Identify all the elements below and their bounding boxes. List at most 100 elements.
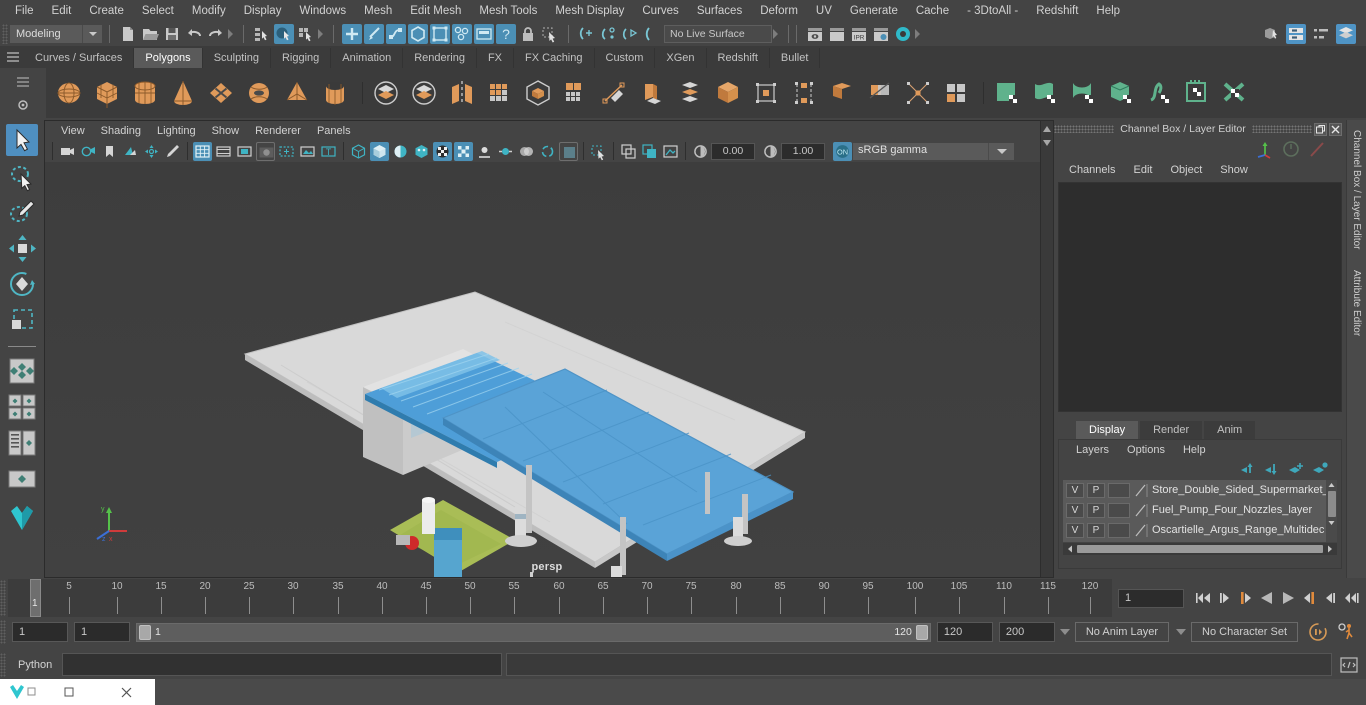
lasso-select-tool-button[interactable] <box>6 160 38 192</box>
edit-menu[interactable]: Edit <box>1124 163 1161 177</box>
gate-mask-icon[interactable] <box>256 141 275 161</box>
statusline-collapse-arrow-2[interactable] <box>317 24 326 44</box>
time-slider-grip[interactable] <box>0 580 6 616</box>
xray-shaded-icon[interactable] <box>640 142 659 161</box>
shelf-menu-icon[interactable] <box>12 72 34 92</box>
rotate-tool-button[interactable] <box>6 268 38 300</box>
statusline-grip[interactable] <box>2 24 8 44</box>
options-menu[interactable]: Options <box>1118 443 1174 457</box>
shelf-tab-animation[interactable]: Animation <box>331 48 404 68</box>
side-tab-channel-box[interactable]: Channel Box / Layer Editor <box>1347 120 1366 260</box>
layer-scroll-up-arrow-icon[interactable] <box>1327 481 1336 490</box>
animation-end-time-field[interactable]: 200 <box>998 622 1055 642</box>
shelf-tab-rendering[interactable]: Rendering <box>403 48 477 68</box>
layer-playback-toggle[interactable]: P <box>1087 502 1105 518</box>
snap-together-icon[interactable] <box>577 24 597 44</box>
make-live-icon[interactable] <box>452 24 472 44</box>
select-by-object-icon[interactable] <box>274 24 294 44</box>
anim-layer-chevron-down-icon[interactable] <box>1057 622 1073 642</box>
close-button[interactable] <box>98 686 156 699</box>
clock-gizmo-icon[interactable] <box>1280 139 1302 159</box>
relax-tool-icon[interactable] <box>1066 76 1100 110</box>
menu-item-generate[interactable]: Generate <box>841 3 907 19</box>
shelf-tab-sculpting[interactable]: Sculpting <box>202 48 271 68</box>
combine-icon[interactable] <box>369 76 403 110</box>
toggle-shadows-icon[interactable] <box>454 141 473 161</box>
layer-list-horizontal-scrollbar[interactable] <box>1063 543 1337 555</box>
new-layer-from-selected-icon[interactable] <box>1311 461 1329 477</box>
table-row[interactable]: V P Oscartielle_Argus_Range_Multidec <box>1063 520 1337 540</box>
new-layer-icon[interactable] <box>1287 461 1305 477</box>
snap-view-plane-icon[interactable] <box>430 24 450 44</box>
menu-set-chevron-down-icon[interactable] <box>82 25 102 43</box>
range-start-handle[interactable] <box>139 624 151 640</box>
layer-color-swatch[interactable] <box>1133 483 1149 498</box>
playback-start-time-field[interactable]: 1 <box>74 622 130 642</box>
tab-anim[interactable]: Anim <box>1204 421 1256 439</box>
select-tool-icon[interactable] <box>540 24 560 44</box>
menu-set-selector[interactable]: Modeling <box>10 25 102 43</box>
channel-box-list[interactable] <box>1058 182 1342 412</box>
pinch-tool-icon[interactable] <box>1142 76 1176 110</box>
new-scene-icon[interactable] <box>118 24 138 44</box>
menu-item-mesh-tools[interactable]: Mesh Tools <box>470 3 546 19</box>
polygon-cone-icon[interactable] <box>166 76 200 110</box>
step-back-frame-icon[interactable] <box>1237 588 1255 608</box>
move-tool-button[interactable] <box>6 232 38 264</box>
menu-item-select[interactable]: Select <box>133 3 183 19</box>
auto-keyframe-icon[interactable] <box>1306 621 1330 643</box>
snap-grid-icon[interactable] <box>342 24 362 44</box>
gamma-adjust-icon[interactable] <box>761 142 780 161</box>
menu-item-edit[interactable]: Edit <box>43 3 81 19</box>
polygon-cube-icon[interactable] <box>90 76 124 110</box>
single-perspective-layout-button[interactable] <box>6 463 38 495</box>
xray-active-components-icon[interactable] <box>619 142 638 161</box>
range-slider-grip[interactable] <box>0 620 6 644</box>
wireframe-icon[interactable] <box>349 142 368 161</box>
polygon-cylinder-icon[interactable] <box>128 76 162 110</box>
redo-previous-render-icon[interactable] <box>827 24 847 44</box>
save-scene-icon[interactable] <box>162 24 182 44</box>
live-surface-field[interactable]: No Live Surface <box>664 25 772 43</box>
layer-name[interactable]: Store_Double_Sided_Supermarket_ <box>1152 484 1329 496</box>
help-menu[interactable]: Help <box>1174 443 1215 457</box>
panel-drag-handle-left[interactable] <box>1054 125 1115 133</box>
align-tool-icon[interactable] <box>599 24 619 44</box>
menu-item-uv[interactable]: UV <box>807 3 841 19</box>
viewport-menu-panels[interactable]: Panels <box>309 124 359 138</box>
anim-layer-dropdown[interactable]: No Anim Layer <box>1074 622 1170 642</box>
target-weld-icon[interactable] <box>635 76 669 110</box>
menu-item-surfaces[interactable]: Surfaces <box>688 3 751 19</box>
polygon-torus-icon[interactable] <box>242 76 276 110</box>
layer-playback-toggle[interactable]: P <box>1087 482 1105 498</box>
move-layer-up-icon[interactable] <box>1239 461 1257 477</box>
layer-name[interactable]: Fuel_Pump_Four_Nozzles_layer <box>1152 504 1312 516</box>
resolution-gate-icon[interactable] <box>235 142 254 161</box>
layer-list-vertical-scrollbar[interactable] <box>1326 480 1337 542</box>
show-hide-channel-box-icon[interactable] <box>1336 24 1356 44</box>
shelf-tab-fx[interactable]: FX <box>476 48 515 68</box>
color-management-toggle-icon[interactable]: ON <box>833 141 852 161</box>
multisample-icon[interactable] <box>517 142 536 161</box>
move-layer-down-icon[interactable] <box>1263 461 1281 477</box>
range-end-handle[interactable] <box>915 624 928 640</box>
connect-components-icon[interactable] <box>939 76 973 110</box>
grab-tool-icon[interactable] <box>1104 76 1138 110</box>
viewport-menu-show[interactable]: Show <box>204 124 248 138</box>
layer-state-toggle[interactable] <box>1108 502 1130 518</box>
snap-projected-center-icon[interactable] <box>408 24 428 44</box>
use-default-lighting-icon[interactable] <box>433 141 452 161</box>
go-to-end-icon[interactable] <box>1342 588 1360 608</box>
side-tab-attribute-editor[interactable]: Attribute Editor <box>1347 260 1366 346</box>
help-icon[interactable]: ? <box>496 24 516 44</box>
bridge-icon[interactable] <box>749 76 783 110</box>
show-hide-tool-settings-icon[interactable] <box>1311 24 1331 44</box>
playback-end-time-field[interactable]: 120 <box>936 622 993 642</box>
hypershade-icon[interactable] <box>893 24 913 44</box>
construction-history-icon[interactable] <box>474 24 494 44</box>
menu-item-windows[interactable]: Windows <box>290 3 355 19</box>
scroll-down-arrow-icon[interactable] <box>1041 137 1053 149</box>
persp-graph-layout-button[interactable] <box>6 427 38 459</box>
script-editor-icon[interactable] <box>1338 654 1360 676</box>
symmetry-icon[interactable] <box>621 24 641 44</box>
